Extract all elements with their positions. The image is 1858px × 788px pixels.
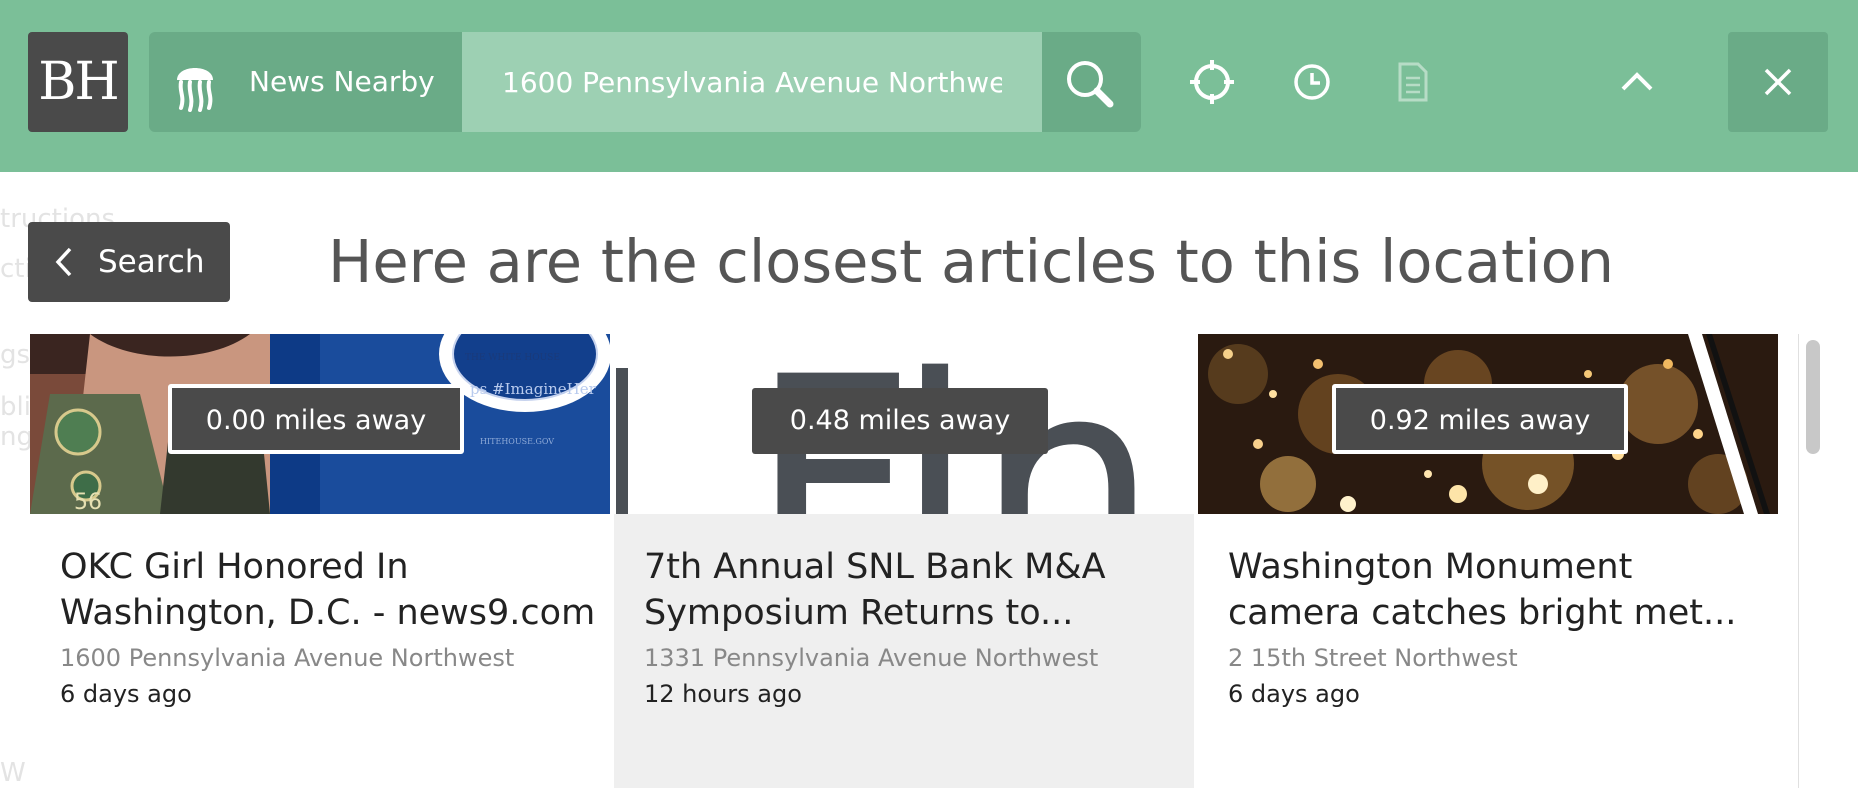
history-button[interactable]: [1262, 32, 1362, 132]
chevron-left-icon: [54, 246, 74, 278]
logo: BH: [28, 32, 128, 132]
search-group: News Nearby: [149, 32, 1141, 132]
article-list: 56 THE WHITE HOUSE ps #ImagineHer HITEHO…: [0, 334, 1800, 788]
article-thumbnail: 56 THE WHITE HOUSE ps #ImagineHer HITEHO…: [30, 334, 610, 514]
close-icon: [1728, 32, 1828, 132]
article-time: 6 days ago: [60, 680, 192, 708]
badge-patch-text: 56: [74, 490, 102, 514]
article-time: 12 hours ago: [644, 680, 802, 708]
back-to-search-button[interactable]: Search: [28, 222, 230, 302]
locate-button[interactable]: [1162, 32, 1262, 132]
distance-badge: 0.00 miles away: [168, 384, 464, 454]
page-title: Here are the closest articles to this lo…: [328, 227, 1615, 296]
jellyfish-icon: [173, 56, 217, 112]
chevron-up-icon: [1587, 32, 1687, 132]
scrollbar-thumb[interactable]: [1806, 340, 1820, 454]
article-title[interactable]: OKC Girl Honored In Washington, D.C. - n…: [60, 544, 600, 636]
document-icon: [1362, 32, 1462, 132]
search-icon: [1042, 32, 1141, 132]
collapse-button[interactable]: [1587, 32, 1687, 132]
hashtag-text: ps #ImagineHer: [470, 380, 597, 398]
article-title[interactable]: Washington Monument camera catches brigh…: [1228, 544, 1768, 636]
article-address: 2 15th Street Northwest: [1228, 644, 1518, 672]
search-button[interactable]: [1042, 32, 1141, 132]
article-thumbnail: 0.92 miles away: [1198, 334, 1778, 514]
article-address: 1331 Pennsylvania Avenue Northwest: [644, 644, 1099, 672]
app-name: News Nearby: [249, 65, 435, 98]
article-card[interactable]: 0.92 miles away Washington Monument came…: [1198, 334, 1778, 788]
crosshair-icon: [1162, 32, 1262, 132]
article-card[interactable]: 56 THE WHITE HOUSE ps #ImagineHer HITEHO…: [30, 334, 610, 788]
clock-icon: [1262, 32, 1362, 132]
seal-text: THE WHITE HOUSE: [465, 353, 560, 363]
article-card[interactable]: Fin 0.48 miles away 7th Annual SNL Bank …: [614, 334, 1194, 788]
article-title[interactable]: 7th Annual SNL Bank M&A Symposium Return…: [644, 544, 1184, 636]
location-search-input[interactable]: [462, 32, 1042, 132]
articles-button[interactable]: [1362, 32, 1462, 132]
website-text: HITEHOUSE.GOV: [480, 437, 554, 446]
distance-badge: 0.48 miles away: [752, 388, 1048, 454]
article-thumbnail: Fin 0.48 miles away: [614, 334, 1194, 514]
back-button-label: Search: [98, 244, 205, 280]
article-time: 6 days ago: [1228, 680, 1360, 708]
article-address: 1600 Pennsylvania Avenue Northwest: [60, 644, 515, 672]
distance-badge: 0.92 miles away: [1332, 384, 1628, 454]
top-bar: BH News Nearby: [0, 0, 1858, 172]
close-button[interactable]: [1728, 32, 1828, 132]
